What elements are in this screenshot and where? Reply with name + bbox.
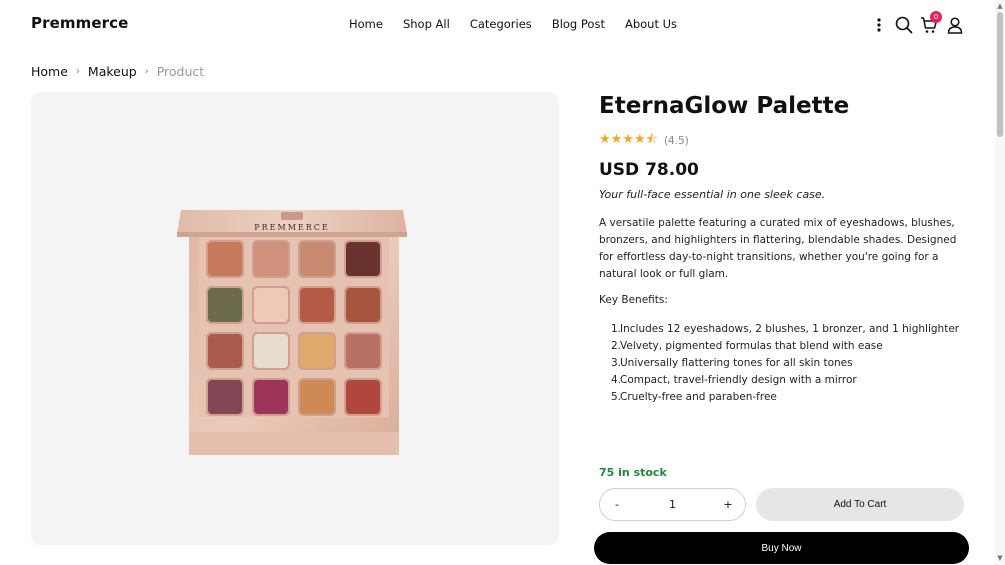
chevron-right-icon: › (75, 66, 80, 77)
rating-stars-icon: ★★★★⯪ (599, 132, 658, 147)
nav-about-us[interactable]: About Us (625, 17, 677, 31)
product-image-panel: PREMMERCE (31, 92, 559, 545)
user-icon[interactable] (944, 12, 966, 38)
site-logo[interactable]: Premmerce (31, 14, 128, 32)
benefit-item: 3.Universally flattering tones for all s… (611, 357, 853, 369)
scroll-down-icon[interactable]: ▼ (996, 554, 1004, 562)
benefit-item: 1.Includes 12 eyeshadows, 2 blushes, 1 b… (611, 323, 960, 335)
palette-brand-text: PREMMERCE (254, 223, 329, 232)
nav-home[interactable]: Home (349, 17, 383, 31)
eyeshadow-swatch (300, 288, 334, 322)
nav-blog-post[interactable]: Blog Post (552, 17, 605, 31)
cart-count-badge: 0 (930, 11, 942, 23)
benefit-item: 5.Cruelty-free and paraben-free (611, 391, 777, 403)
quantity-value[interactable]: 1 (624, 498, 721, 511)
decrease-quantity-button[interactable]: - (610, 498, 624, 511)
chevron-right-icon: › (144, 66, 149, 77)
product-description: A versatile palette featuring a curated … (599, 217, 957, 280)
nav-shop-all[interactable]: Shop All (403, 17, 450, 31)
eyeshadow-swatch (208, 242, 242, 276)
eyeshadow-swatch (300, 380, 334, 414)
eyeshadow-swatch (254, 334, 288, 368)
eyeshadow-swatch (346, 380, 380, 414)
product-price: USD 78.00 (599, 160, 699, 180)
more-vertical-icon[interactable] (868, 12, 890, 38)
add-to-cart-button[interactable]: Add To Cart (756, 488, 964, 521)
increase-quantity-button[interactable]: + (721, 498, 735, 511)
product-tagline: Your full-face essential in one sleek ca… (599, 188, 826, 201)
rating-value: (4.5) (663, 135, 689, 147)
quantity-stepper: - 1 + (599, 488, 746, 521)
benefits-label: Key Benefits: (599, 294, 668, 306)
eyeshadow-swatch (346, 334, 380, 368)
breadcrumb-current: Product (156, 64, 205, 79)
eyeshadow-swatch (300, 334, 334, 368)
eyeshadow-swatch (208, 288, 242, 322)
main-nav: Home Shop All Categories Blog Post About… (349, 17, 677, 31)
eyeshadow-swatch (346, 288, 380, 322)
eyeshadow-swatch (300, 242, 334, 276)
eyeshadow-swatch (208, 334, 242, 368)
nav-categories[interactable]: Categories (470, 17, 532, 31)
buy-now-button[interactable]: Buy Now (594, 532, 969, 564)
breadcrumb-home[interactable]: Home (31, 64, 68, 79)
product-title: EternaGlow Palette (599, 93, 850, 119)
page-scrollbar[interactable]: ▲ ▼ (995, 0, 1005, 565)
eyeshadow-swatch (254, 288, 288, 322)
site-header: Premmerce Home Shop All Categories Blog … (0, 0, 1005, 50)
scrollbar-thumb[interactable] (997, 12, 1003, 137)
product-rating: ★★★★⯪ (4.5) (599, 130, 689, 152)
eyeshadow-swatch (346, 242, 380, 276)
benefit-item: 4.Compact, travel-friendly design with a… (611, 374, 857, 386)
breadcrumb: Home › Makeup › Product (31, 64, 204, 79)
product-image: PREMMERCE (177, 210, 407, 455)
benefit-item: 2.Velvety, pigmented formulas that blend… (611, 340, 883, 352)
eyeshadow-swatch (254, 380, 288, 414)
benefits-list: 1.Includes 12 eyeshadows, 2 blushes, 1 b… (611, 321, 960, 406)
breadcrumb-makeup[interactable]: Makeup (88, 64, 137, 79)
eyeshadow-swatch (208, 380, 242, 414)
search-icon[interactable] (893, 12, 915, 38)
eyeshadow-swatch (254, 242, 288, 276)
scroll-up-icon[interactable]: ▲ (996, 2, 1004, 10)
stock-status: 75 in stock (599, 466, 667, 479)
